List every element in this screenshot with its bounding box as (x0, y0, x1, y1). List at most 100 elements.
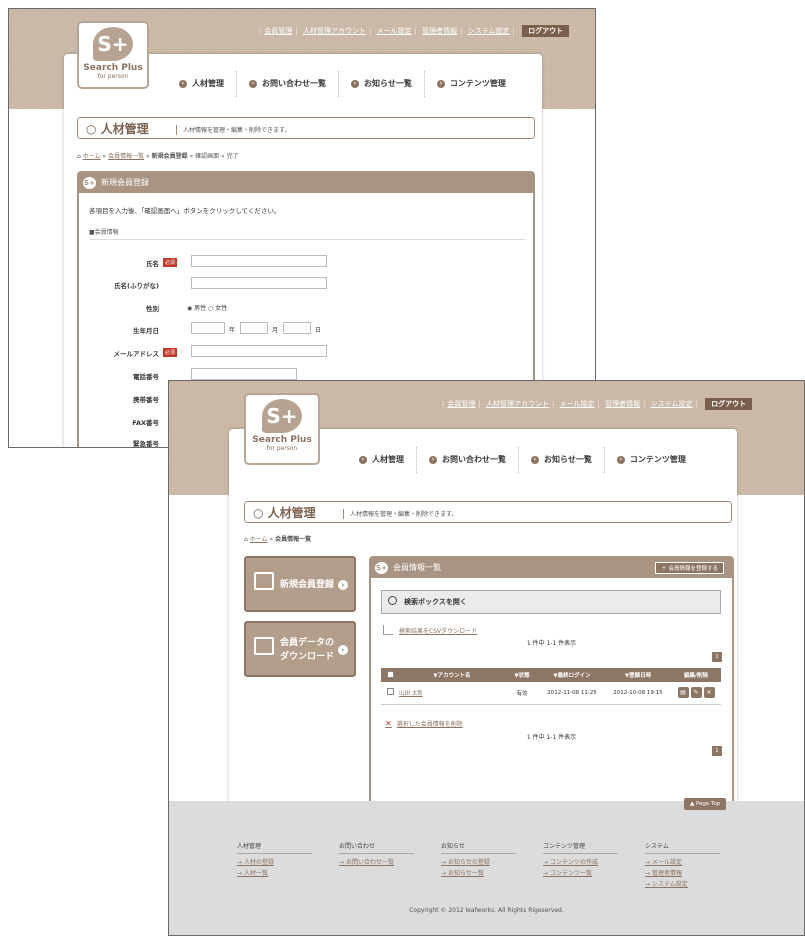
kana-input[interactable] (191, 277, 327, 289)
breadcrumb-home[interactable]: ホーム (250, 536, 268, 543)
toplink-system[interactable]: システム設定 (468, 27, 510, 35)
toplink-account[interactable]: 人材管理アカウント (303, 27, 366, 35)
home-icon: ⌂ (244, 536, 248, 543)
nav-contents[interactable]: › コンテンツ管理 (603, 447, 698, 473)
breadcrumb-home[interactable]: ホーム (83, 153, 101, 160)
csv-download-icon (383, 625, 393, 635)
field-label: FAX番号 (132, 419, 159, 427)
logo[interactable]: S+ Search Plus for person (244, 393, 320, 465)
page-title: ○ 人材管理 (253, 506, 316, 520)
search-box-toggle[interactable]: 検索ボックスを開く (381, 590, 721, 614)
field-label: 性別 (146, 305, 159, 313)
birth-year-input[interactable] (191, 322, 225, 334)
main-nav: › 人材管理 › お問い合わせ一覧 › お知らせ一覧 › コンテンツ管理 (167, 71, 518, 97)
footer-link[interactable]: → 人材の登録 (237, 857, 317, 868)
edit-icon[interactable]: ✎ (690, 687, 702, 699)
arrow-icon: › (351, 80, 359, 88)
table-header-row: ▼アカウント名 ▼状態 ▼最終ログイン ▼登録日時 編集/削除 (381, 668, 721, 682)
field-label: 生年月日 (133, 327, 159, 335)
new-member-button[interactable]: 新規会員登録 › (244, 556, 356, 612)
arrow-icon: › (429, 456, 437, 464)
footer-heading: 人材管理 (237, 841, 312, 854)
page-description: 人材情報を管理・編集・削除できます。 (343, 509, 457, 519)
col-account[interactable]: ▼アカウント名 (399, 668, 505, 682)
pager-button[interactable]: 1 (712, 652, 722, 662)
footer-link[interactable]: → 管理者情報 (645, 868, 725, 879)
birth-day-input[interactable] (283, 322, 311, 334)
phone-input[interactable] (191, 368, 297, 380)
nav-talent[interactable]: › 人材管理 (167, 71, 236, 97)
toplink-admin[interactable]: 管理者情報 (422, 27, 457, 35)
breadcrumb: ⌂ ホーム » 会員情報一覧 » 新規会員登録 » 確認画面 » 完了 (77, 153, 239, 160)
footer-link[interactable]: → メール設定 (645, 857, 725, 868)
nav-news[interactable]: › お知らせ一覧 (518, 447, 604, 473)
footer-link[interactable]: → コンテンツの作成 (543, 857, 623, 868)
birth-month-input[interactable] (240, 322, 268, 334)
select-all-header[interactable] (381, 668, 399, 682)
nav-news[interactable]: › お知らせ一覧 (338, 71, 424, 97)
breadcrumb-member-list[interactable]: 会員情報一覧 (108, 153, 144, 160)
footer-link[interactable]: → システム設定 (645, 879, 725, 890)
register-member-button[interactable]: ＋ 会員情報を登録する (655, 562, 724, 574)
toplink-mail[interactable]: メール設定 (377, 27, 412, 35)
logo[interactable]: S+ Search Plus for person (77, 21, 149, 89)
csv-download-link[interactable]: 検索結果をCSVダウンロード (399, 626, 477, 635)
logout-button[interactable]: ログアウト (522, 25, 570, 37)
page-description: 人材情報を管理・編集・削除できます。 (176, 125, 290, 135)
close-icon: ✕ (385, 719, 392, 728)
footer-link[interactable]: → お知らせ一覧 (441, 868, 521, 879)
delete-selected-link[interactable]: ✕ 選択した会員情報を削除 (385, 719, 463, 728)
checkbox[interactable] (386, 688, 394, 696)
delete-icon[interactable]: ✕ (703, 687, 715, 699)
toplink-member[interactable]: 会員管理 (447, 400, 475, 408)
toplink-system[interactable]: システム設定 (651, 400, 693, 408)
footer-heading: お知らせ (441, 841, 516, 854)
unit-month: 月 (272, 327, 279, 334)
logout-button[interactable]: ログアウト (705, 398, 753, 410)
field-label: メールアドレス (113, 350, 160, 358)
col-last-login[interactable]: ▼最終ログイン (539, 668, 605, 682)
col-status[interactable]: ▼状態 (505, 668, 539, 682)
checkbox[interactable] (386, 670, 394, 678)
email-input[interactable] (191, 345, 327, 357)
account-name-link[interactable]: 山田 太郎 (399, 682, 505, 705)
required-badge: 必須 (163, 348, 178, 357)
footer-col-talent: 人材管理 → 人材の登録 → 人材一覧 (237, 841, 317, 879)
col-registered[interactable]: ▼登録日時 (605, 668, 671, 682)
result-count-bottom: 1 件中 1-1 件表示 (526, 734, 577, 741)
toplink-mail[interactable]: メール設定 (560, 400, 595, 408)
name-input[interactable] (191, 255, 327, 267)
nav-contents[interactable]: › コンテンツ管理 (423, 71, 518, 97)
page-top-button[interactable]: ▲ Page Top (684, 798, 727, 810)
footer-col-system: システム → メール設定 → 管理者情報 → システム設定 (645, 841, 725, 890)
download-member-data-button[interactable]: 会員データの ダウンロード › (244, 621, 356, 677)
arrow-icon: › (338, 645, 348, 655)
footer-col-inquiries: お問い合わせ → お問い合わせ一覧 (339, 841, 419, 868)
footer-link[interactable]: → お知らせの登録 (441, 857, 521, 868)
footer-link[interactable]: → お問い合わせ一覧 (339, 857, 419, 868)
row-checkbox-cell[interactable] (381, 682, 399, 705)
view-icon[interactable]: ▤ (677, 687, 689, 699)
footer-col-news: お知らせ → お知らせの登録 → お知らせ一覧 (441, 841, 521, 879)
toplink-member[interactable]: 会員管理 (264, 27, 292, 35)
field-row-birthdate: 生年月日 年 月 日 (79, 322, 519, 338)
screenshot-member-list: | 会員管理 | 人材管理アカウント | メール設定 | 管理者情報 | システム設定 | … (168, 380, 805, 936)
arrow-icon: › (179, 80, 187, 88)
top-links: | 会員管理 | 人材管理アカウント | メール設定 | 管理者情報 | システム設定 | … (259, 25, 570, 37)
footer-heading: お問い合わせ (339, 841, 414, 854)
nav-talent[interactable]: › 人材管理 (347, 447, 416, 473)
brand-icon: S+ (375, 562, 388, 574)
toplink-account[interactable]: 人材管理アカウント (486, 400, 549, 408)
nav-inquiries[interactable]: › お問い合わせ一覧 (416, 447, 518, 473)
toplink-admin[interactable]: 管理者情報 (605, 400, 640, 408)
panel-header: S+ 新規会員登録 (79, 173, 533, 193)
footer-link[interactable]: → コンテンツ一覧 (543, 868, 623, 879)
arrow-icon: › (616, 456, 625, 464)
nav-inquiries[interactable]: › お問い合わせ一覧 (236, 71, 338, 97)
footer-link[interactable]: → 人材一覧 (237, 868, 317, 879)
pager-button-bottom[interactable]: 1 (712, 746, 722, 756)
field-row-kana: 氏名(ふりがな) (79, 277, 519, 293)
last-login-cell: 2012-11-08 11:25 (539, 682, 605, 705)
gender-radio[interactable]: ◉ 男性 ○ 女性 (187, 303, 227, 312)
member-table: ▼アカウント名 ▼状態 ▼最終ログイン ▼登録日時 編集/削除 山田 太郎 有効… (381, 668, 721, 705)
